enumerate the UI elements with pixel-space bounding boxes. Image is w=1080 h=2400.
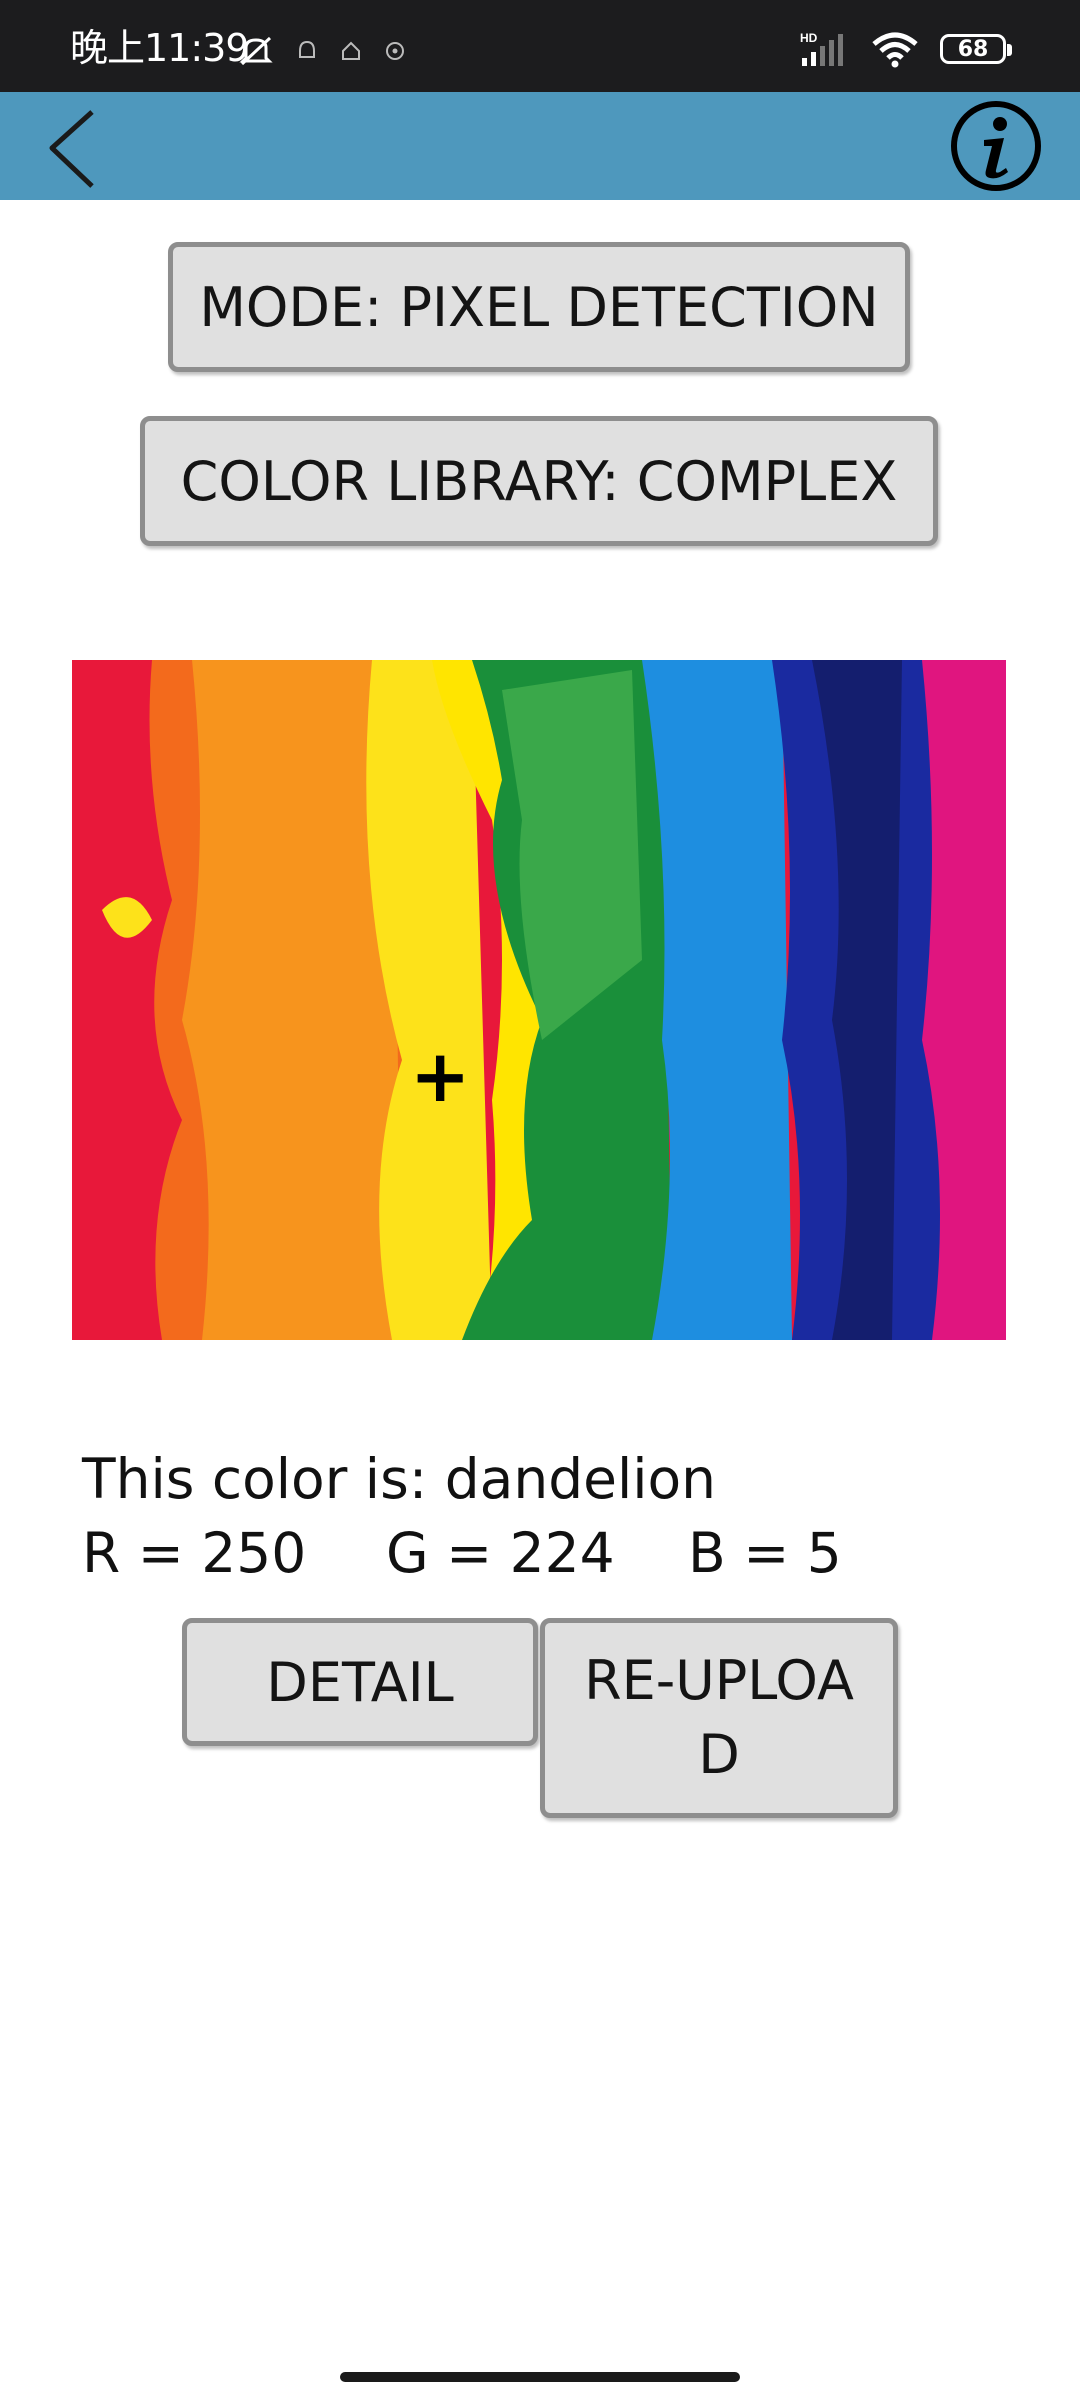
uploaded-image[interactable]: + xyxy=(72,660,1006,1340)
detected-color-name: This color is: dandelion xyxy=(82,1447,717,1511)
rainbow-paint-image xyxy=(72,660,1006,1340)
battery-icon: 68 xyxy=(940,34,1012,64)
status-system-icons: HD 68 xyxy=(800,30,1012,68)
detail-button[interactable]: DETAIL xyxy=(182,1618,538,1746)
home-notification-icon xyxy=(340,39,362,69)
mute-icon xyxy=(238,34,274,74)
chevron-left-icon xyxy=(49,110,94,188)
color-library-button[interactable]: COLOR LIBRARY: COMPLEX xyxy=(140,416,938,546)
crosshair-marker: + xyxy=(410,1034,471,1118)
red-value: R = 250 xyxy=(82,1521,307,1585)
status-bar: 晚上11:39 HD 68 xyxy=(0,0,1080,92)
info-button[interactable] xyxy=(948,100,1044,192)
wifi-icon xyxy=(872,32,918,68)
status-time: 晚上11:39 xyxy=(70,26,250,70)
info-circle-icon xyxy=(951,101,1041,191)
signal-icon: HD xyxy=(800,31,843,66)
compass-notification-icon xyxy=(384,39,406,69)
app-notification-icon xyxy=(296,39,318,69)
status-notification-icons xyxy=(238,34,406,74)
app-bar xyxy=(0,92,1080,200)
mode-button[interactable]: MODE: PIXEL DETECTION xyxy=(168,242,910,372)
back-button[interactable] xyxy=(40,100,110,192)
blue-value: B = 5 xyxy=(688,1521,842,1585)
green-value: G = 224 xyxy=(386,1521,615,1585)
reupload-button[interactable]: RE-UPLOAD xyxy=(540,1618,898,1818)
home-indicator[interactable] xyxy=(340,2372,740,2382)
svg-text:HD: HD xyxy=(800,31,818,45)
